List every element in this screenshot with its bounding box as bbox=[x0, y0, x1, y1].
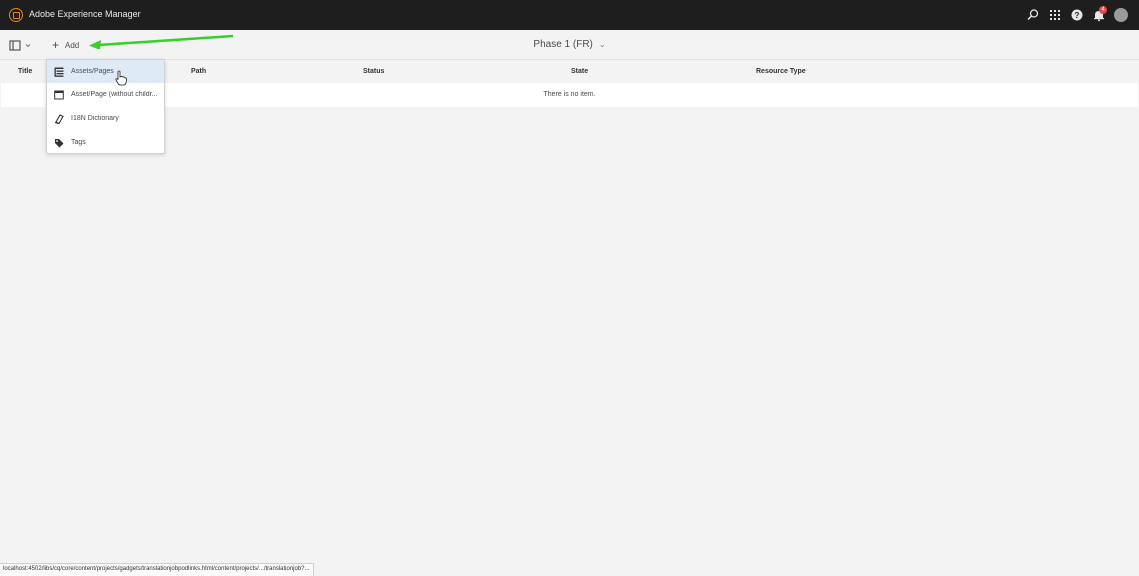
chevron-down-icon: ⌄ bbox=[598, 40, 606, 49]
svg-text:?: ? bbox=[1075, 11, 1080, 20]
help-icon[interactable]: ? bbox=[1070, 8, 1084, 22]
menu-item-asset-page-without-children[interactable]: Asset/Page (without childr... bbox=[47, 83, 164, 106]
menu-item-label: Assets/Pages bbox=[71, 68, 114, 75]
search-icon[interactable] bbox=[1026, 8, 1040, 22]
column-header-path[interactable]: Path bbox=[191, 68, 206, 75]
tags-icon bbox=[55, 138, 64, 147]
menu-item-i18n-dictionary[interactable]: I18N Dictionary bbox=[47, 107, 164, 130]
menu-item-tags[interactable]: Tags bbox=[47, 131, 164, 154]
add-menu: Assets/Pages Asset/Page (without childr.… bbox=[46, 59, 165, 154]
browser-status-url: localhost:4502/libs/cq/core/content/proj… bbox=[0, 563, 314, 576]
table-header: Title Path Status State Resource Type bbox=[0, 60, 1139, 83]
menu-item-assets-pages[interactable]: Assets/Pages bbox=[47, 60, 164, 83]
column-header-title[interactable]: Title bbox=[18, 68, 32, 75]
app-title[interactable]: Adobe Experience Manager bbox=[29, 9, 141, 19]
page-icon bbox=[54, 90, 64, 99]
dictionary-icon bbox=[54, 113, 64, 124]
avatar-icon[interactable] bbox=[1114, 8, 1128, 22]
annotation-arrow bbox=[89, 34, 234, 49]
page-title-label: Phase 1 (FR) bbox=[533, 39, 593, 50]
column-header-state[interactable]: State bbox=[571, 68, 588, 75]
shell-header: Adobe Experience Manager ? 4 bbox=[0, 0, 1139, 30]
notification-badge: 4 bbox=[1099, 6, 1107, 14]
column-header-status[interactable]: Status bbox=[363, 68, 384, 75]
tree-list-icon bbox=[54, 67, 64, 77]
apps-grid-icon[interactable] bbox=[1048, 8, 1062, 22]
empty-state-row: There is no item. bbox=[1, 83, 1138, 107]
aem-logo-icon[interactable] bbox=[9, 8, 23, 22]
column-header-resource-type[interactable]: Resource Type bbox=[756, 68, 806, 75]
menu-item-label: I18N Dictionary bbox=[71, 115, 119, 122]
menu-item-label: Asset/Page (without childr... bbox=[71, 91, 158, 98]
hand-cursor-icon bbox=[115, 70, 127, 86]
menu-item-label: Tags bbox=[71, 139, 86, 146]
empty-state-message: There is no item. bbox=[543, 91, 596, 98]
